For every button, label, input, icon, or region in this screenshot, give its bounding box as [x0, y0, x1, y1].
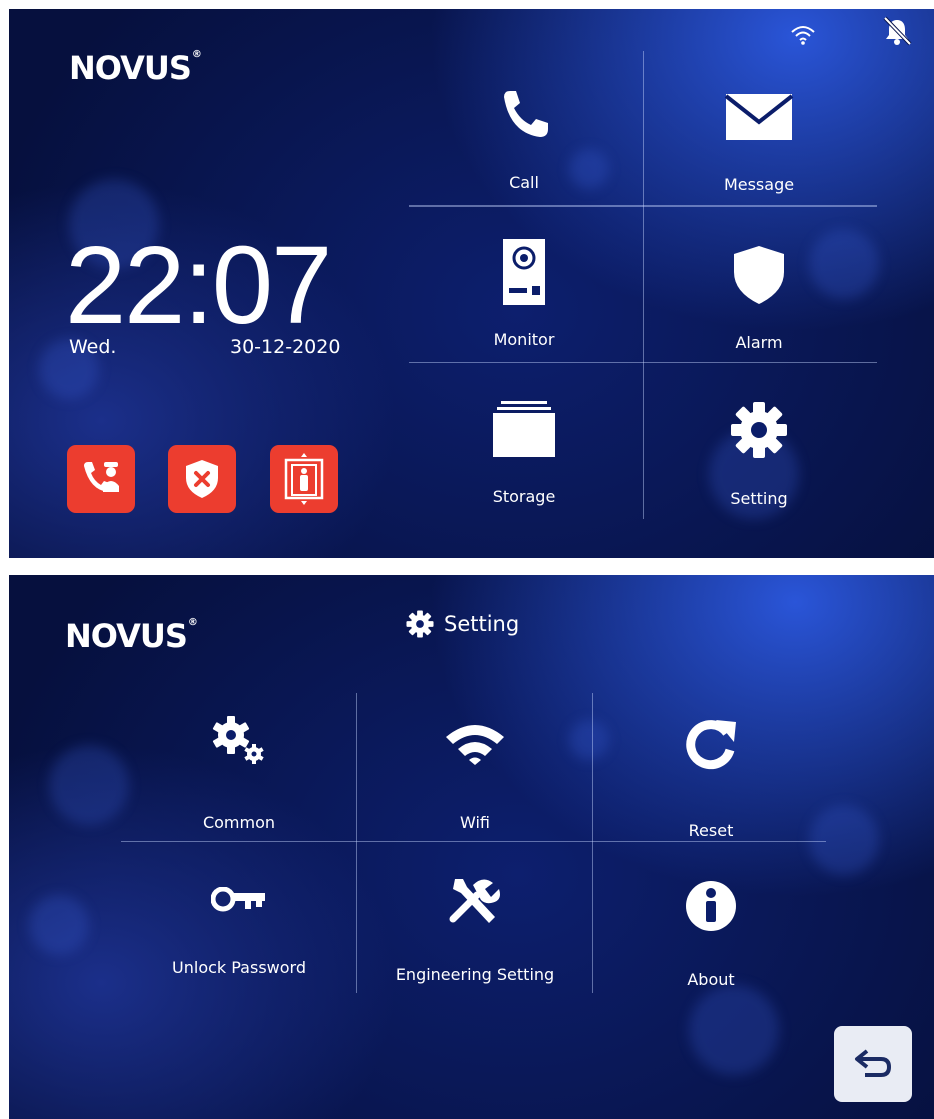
novus-logo: NOVUS® — [65, 617, 198, 655]
menu-storage[interactable]: Storage — [464, 401, 584, 506]
shield-icon — [734, 246, 784, 304]
setting-label: Common — [202, 813, 276, 832]
menu-label: Setting — [730, 489, 788, 508]
settings-screen: NOVUS® Setting Common Wifi Reset Unlock … — [9, 575, 934, 1119]
setting-label: Wifi — [460, 813, 490, 832]
setting-label: Unlock Password — [172, 958, 306, 977]
menu-monitor[interactable]: Monitor — [464, 238, 584, 349]
key-icon — [211, 887, 265, 912]
menu-label: Storage — [492, 487, 556, 506]
gear-icon — [406, 610, 434, 638]
storage-folder-icon — [493, 401, 555, 457]
elevator-button[interactable] — [270, 445, 338, 513]
setting-unlock-password[interactable]: Unlock Password — [159, 887, 319, 977]
phone-icon — [504, 91, 548, 137]
menu-label: Call — [509, 173, 539, 192]
tools-icon — [449, 879, 500, 923]
guard-call-button[interactable] — [67, 445, 135, 513]
elevator-icon — [284, 453, 324, 505]
guard-call-icon — [84, 462, 119, 492]
page-title: Setting — [406, 610, 519, 638]
info-icon — [686, 881, 736, 931]
date-label: 30-12-2020 — [230, 336, 341, 358]
alarm-cancel-button[interactable] — [168, 445, 236, 513]
setting-label: Engineering Setting — [395, 965, 555, 984]
gear-icon — [731, 402, 787, 458]
menu-label: Alarm — [735, 333, 783, 352]
back-arrow-icon — [855, 1049, 892, 1077]
setting-about[interactable]: About — [631, 880, 791, 989]
menu-call[interactable]: Call — [464, 87, 584, 192]
setting-label: Reset — [688, 821, 734, 840]
setting-label: About — [687, 970, 735, 989]
reset-icon — [686, 720, 736, 770]
bell-muted-icon[interactable] — [881, 15, 913, 47]
setting-engineering[interactable]: Engineering Setting — [389, 875, 561, 984]
door-station-icon — [503, 239, 545, 305]
setting-wifi[interactable]: Wifi — [395, 723, 555, 832]
menu-label: Monitor — [493, 330, 555, 349]
wifi-icon — [791, 26, 815, 45]
envelope-icon — [724, 94, 794, 140]
wifi-icon — [446, 725, 504, 765]
menu-setting[interactable]: Setting — [699, 401, 819, 508]
alarm-cancel-shield-icon — [186, 460, 218, 498]
menu-label: Message — [723, 175, 795, 194]
gears-icon — [212, 716, 264, 764]
setting-reset[interactable]: Reset — [631, 718, 791, 840]
menu-alarm[interactable]: Alarm — [699, 244, 819, 352]
clock-time: 22:07 — [65, 224, 332, 347]
back-button[interactable] — [834, 1026, 912, 1102]
setting-common[interactable]: Common — [159, 715, 319, 832]
day-label: Wed. — [69, 336, 117, 358]
menu-message[interactable]: Message — [699, 92, 819, 194]
page-title-text: Setting — [444, 612, 520, 636]
novus-logo: NOVUS® — [69, 49, 202, 87]
home-screen: NOVUS® 22:07 Wed. 30-12-2020 Call Messag… — [9, 9, 934, 558]
